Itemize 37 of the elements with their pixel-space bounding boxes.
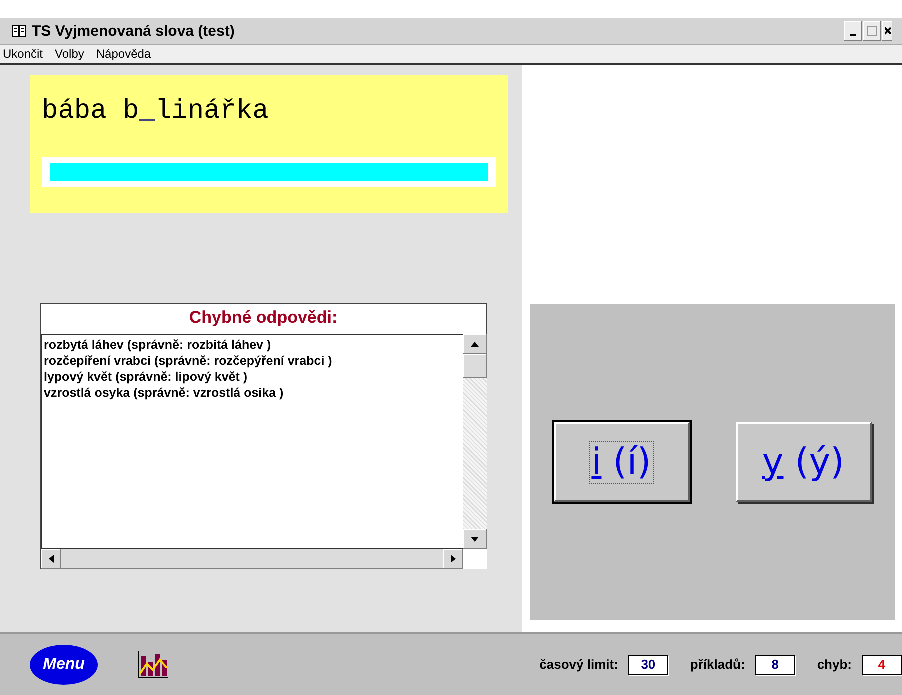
minimize-icon [850,34,856,36]
minimize-button[interactable] [844,21,862,41]
status-label: časový limit: [540,657,618,672]
close-button[interactable] [882,21,892,41]
error-entry: vzrostlá osyka (správně: vzrostlá osika ) [44,385,285,401]
menu-item[interactable]: Nápověda [96,47,152,61]
arrow-right-icon [450,555,456,563]
answer-button[interactable]: i (í) [554,422,690,502]
status-value: 8 [755,654,796,674]
error-entry: lypový květ (správně: lipový květ ) [44,369,249,385]
arrow-left-icon [48,555,54,563]
vertical-scrollbar[interactable] [463,334,487,549]
bar-chart-icon[interactable] [138,650,168,680]
window-title: TS Vyjmenovaná slova (test) [32,22,235,40]
task-word: bába b_linářka [42,97,270,129]
arrow-up-icon [471,342,479,346]
status-label: chyb: [817,657,852,672]
error-entry: rozbytá láhev (správně: rozbitá láhev ) [44,337,272,353]
menu-button[interactable]: Menu [30,644,98,684]
scroll-down-button[interactable] [463,529,487,549]
menu-item[interactable]: Ukončit [3,47,44,61]
maximize-button[interactable] [863,21,881,41]
horizontal-scrollbar[interactable] [41,549,463,569]
arrow-down-icon [471,536,479,542]
error-entry: rozčepíření vrabci (správně: rozčepýření vrabci ) [44,353,334,369]
maximize-icon [867,26,877,36]
close-icon [884,26,890,36]
status-value: 4 [862,654,902,674]
status-value: 30 [628,654,668,674]
scroll-thumb[interactable] [463,354,487,378]
scroll-left-button[interactable] [41,549,61,569]
status-label: příkladů: [690,657,746,672]
scroll-up-button[interactable] [463,334,487,354]
answer-button[interactable]: y (ý) [736,422,872,502]
book-icon [12,25,26,37]
menu-item[interactable]: Volby [55,47,84,61]
scroll-right-button[interactable] [443,549,463,569]
